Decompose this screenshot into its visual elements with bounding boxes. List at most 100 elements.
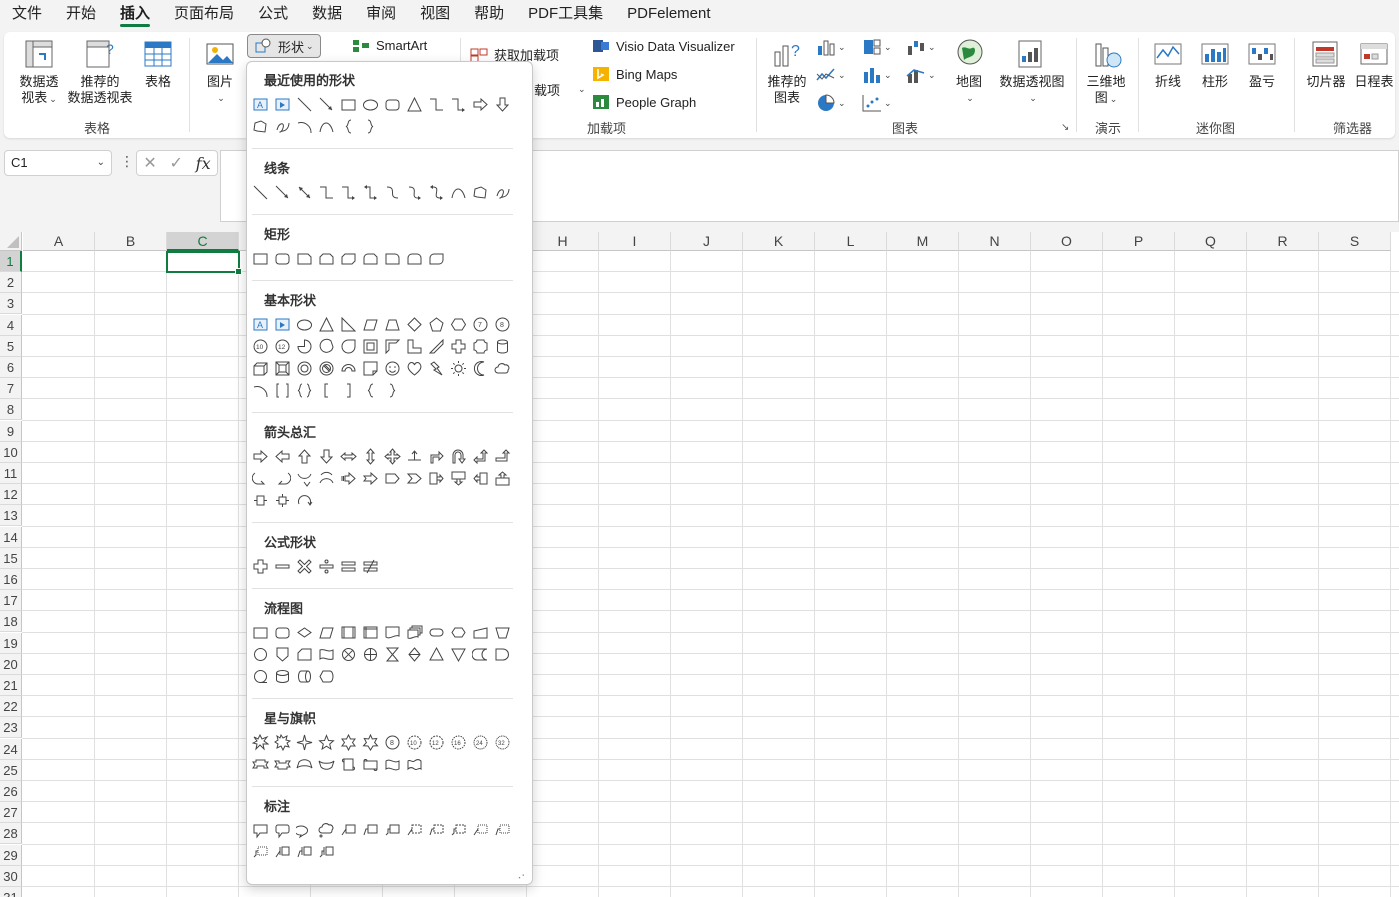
shape-scribble-icon[interactable] [492,182,512,202]
shape-equal-icon[interactable] [338,556,358,576]
shape-line2-icon[interactable] [360,820,380,840]
3d-map-button[interactable]: 三维地 图 ⌄ [1084,38,1128,107]
shape-minus-icon[interactable] [272,556,292,576]
shape-terminator-icon[interactable] [426,622,446,642]
shape-curvedleft-icon[interactable] [272,468,292,488]
shape-bentup-icon[interactable] [492,446,512,466]
scatter-chart-button[interactable]: ⌄ [862,94,892,112]
shape-round1-icon[interactable] [382,248,402,268]
row-header[interactable]: 13 [0,505,22,527]
row-header[interactable]: 29 [0,844,22,866]
shape-triangle-icon[interactable] [316,314,336,334]
row-header[interactable]: 9 [0,420,22,442]
shape-curvedribbonup-icon[interactable] [294,754,314,774]
shape-trapezoid-icon[interactable] [382,314,402,334]
shape-leftarrow-icon[interactable] [272,446,292,466]
shape-downarrow-icon[interactable] [316,446,336,466]
shape-ribbondown-icon[interactable] [272,754,292,774]
shape-merge-icon[interactable] [448,644,468,664]
shape-curveddbl-icon[interactable] [426,182,446,202]
shape-notched-icon[interactable] [360,468,380,488]
row-header[interactable]: 25 [0,759,22,781]
menu-tab-7[interactable]: 视图 [408,0,462,30]
shape-process-icon[interactable] [250,622,270,642]
shape-snipdiag-icon[interactable] [338,248,358,268]
column-header[interactable]: C [167,232,239,251]
shape-teardrop-icon[interactable] [338,336,358,356]
menu-tab-5[interactable]: 数据 [300,0,354,30]
shape-directaccess-icon[interactable] [294,666,314,686]
menu-tab-0[interactable]: 文件 [0,0,54,30]
shape-ovalcallout-icon[interactable] [294,820,314,840]
shape-magdisk-icon[interactable] [272,666,292,686]
shape-rounddiag-icon[interactable] [426,248,446,268]
shape-line3b-icon[interactable] [448,820,468,840]
shape-star10-icon[interactable]: 10 [404,732,424,752]
shape-elbow-icon[interactable] [426,94,446,114]
menu-tab-8[interactable]: 帮助 [462,0,516,30]
shape-preparation-icon[interactable] [448,622,468,642]
shape-offpage-icon[interactable] [272,644,292,664]
menu-tab-1[interactable]: 开始 [54,0,108,30]
shape-elbow-icon[interactable] [316,182,336,202]
row-header[interactable]: 10 [0,441,22,463]
shape-leftup-icon[interactable] [470,446,490,466]
menu-tab-2[interactable]: 插入 [108,0,162,30]
shape-pentagon-icon[interactable] [426,314,446,334]
shape-elbowdbl-icon[interactable] [360,182,380,202]
shape-diamond-icon[interactable] [404,314,424,334]
shape-line2c-icon[interactable] [492,820,512,840]
shape-hexagon-icon[interactable] [448,314,468,334]
shape-striped-icon[interactable] [338,468,358,488]
shape-sun-icon[interactable] [448,358,468,378]
shape-line2d-icon[interactable] [294,842,314,862]
column-header[interactable]: P [1103,232,1175,251]
column-chart-button[interactable]: ⌄ [816,38,846,56]
shape-freeform-icon[interactable] [250,116,270,136]
resize-grip-icon[interactable]: ⠠⠂ [515,871,528,882]
shape-scrollh-icon[interactable] [360,754,380,774]
shape-dblbrace-icon[interactable] [294,380,314,400]
shape-roundrect-icon[interactable] [382,94,402,114]
row-header[interactable]: 11 [0,463,22,484]
shape-multiply-icon[interactable] [294,556,314,576]
shape-dodecagon-icon[interactable]: 12 [272,336,292,356]
shape-star7-icon[interactable] [360,732,380,752]
shape-elbowarrow-icon[interactable] [448,94,468,114]
row-header[interactable]: 6 [0,357,22,378]
shape-manualop-icon[interactable] [492,622,512,642]
row-header[interactable]: 20 [0,653,22,675]
shape-arrowline-icon[interactable] [316,94,336,114]
shape-line3-icon[interactable] [382,820,402,840]
shape-uparrow-icon[interactable] [294,446,314,466]
shape-leftbracket-icon[interactable] [316,380,336,400]
map-chart-button[interactable]: 地图 ⌄ [954,38,984,106]
column-header[interactable]: J [671,232,743,251]
shape-nosymbol-icon[interactable] [316,358,336,378]
name-box[interactable]: C1 ⌄ [4,150,112,176]
row-header[interactable]: 8 [0,399,22,421]
column-header[interactable]: M [887,232,959,251]
column-header[interactable]: N [959,232,1031,251]
row-header[interactable]: 1 [0,251,22,272]
shape-star12-icon[interactable]: 12 [426,732,446,752]
shape-triangle-icon[interactable] [404,94,424,114]
people-graph-button[interactable]: People Graph [592,94,696,110]
row-header[interactable]: 27 [0,802,22,824]
shape-internal-icon[interactable] [360,622,380,642]
shape-explosion2-icon[interactable] [272,732,292,752]
pivot-table-button[interactable]: 数据透 视表 ⌄ [14,38,64,107]
shape-parallelogram-icon[interactable] [360,314,380,334]
shape-star16-icon[interactable]: 16 [448,732,468,752]
menu-tab-4[interactable]: 公式 [246,0,300,30]
shape-halfframe-icon[interactable] [382,336,402,356]
shape-rightbrace-icon[interactable] [382,380,402,400]
row-header[interactable]: 12 [0,484,22,506]
shape-roundcallout-icon[interactable] [272,820,292,840]
shape-predefined-icon[interactable] [338,622,358,642]
shape-plus-icon[interactable] [250,556,270,576]
menu-tab-3[interactable]: 页面布局 [162,0,246,30]
shape-round2-icon[interactable] [404,248,424,268]
shape-upcallout-icon[interactable] [492,468,512,488]
shape-curveddown-icon[interactable] [316,468,336,488]
